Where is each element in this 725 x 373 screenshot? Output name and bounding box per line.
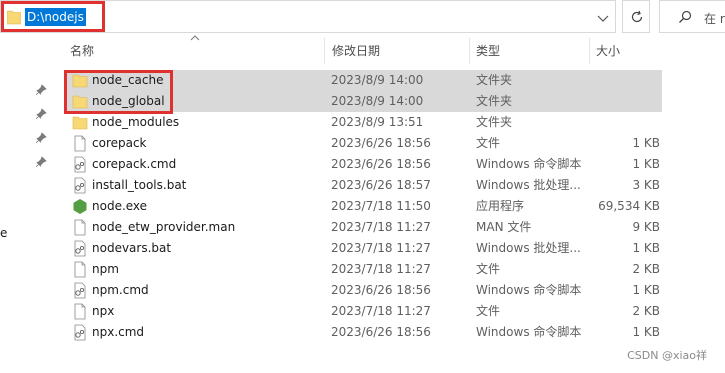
file-row[interactable]: npx 2023/7/18 11:27 文件 2 KB [64,301,662,322]
file-type: 文件夹 [476,115,513,129]
file-type: MAN 文件 [476,220,532,234]
file-icon [74,261,86,278]
file-type: Windows 命令脚本 [476,325,582,339]
file-size: 2 KB [632,304,660,318]
file-modified: 2023/6/26 18:56 [331,283,431,297]
file-modified: 2023/8/9 13:51 [331,115,424,129]
file-type: 文件 [476,262,501,276]
file-size: 1 KB [632,136,660,150]
folders-highlight-box [64,70,173,114]
file-name: corepack.cmd [92,157,177,171]
file-row[interactable]: corepack.cmd 2023/6/26 18:56 Windows 命令脚本 1… [64,154,662,175]
file-modified: 2023/7/18 11:27 [331,241,431,255]
file-icon [74,219,86,236]
file-row[interactable]: nodevars.bat 2023/7/18 11:27 Windows 批处理..… [64,238,662,259]
column-header-type[interactable]: 类型 [476,40,500,62]
file-row[interactable]: node.exe 2023/7/18 11:50 应用程序 69,534 KB [64,196,662,217]
file-modified: 2023/7/18 11:50 [331,199,431,213]
file-size: 69,534 KB [598,199,660,213]
pin-icon[interactable] [35,108,47,120]
file-name: npx [92,304,115,318]
file-type: Windows 命令脚本 [476,283,582,297]
script-icon [74,177,86,194]
file-row[interactable]: node_modules 2023/8/9 13:51 文件夹 [64,112,662,133]
file-modified: 2023/6/26 18:57 [331,178,431,192]
file-size: 1 KB [632,241,660,255]
file-name: install_tools.bat [92,178,187,192]
refresh-icon [631,10,643,23]
file-type: 应用程序 [476,199,525,213]
file-row[interactable]: npm 2023/7/18 11:27 文件 2 KB [64,259,662,280]
file-type: 文件 [476,304,501,318]
sort-ascending-icon [190,35,200,41]
file-type: 文件夹 [476,73,513,87]
file-size: 2 KB [632,262,660,276]
file-modified: 2023/6/26 18:56 [331,325,431,339]
file-modified: 2023/8/9 14:00 [331,94,424,108]
file-modified: 2023/6/26 18:56 [331,157,431,171]
file-modified: 2023/7/18 11:27 [331,304,431,318]
search-box[interactable]: 在 r [659,0,725,33]
file-row[interactable]: corepack 2023/6/26 18:56 文件 1 KB [64,133,662,154]
file-size: 1 KB [632,157,660,171]
column-divider[interactable] [589,38,590,64]
file-name: npx.cmd [92,325,145,339]
watermark: CSDN @xiao祥 [627,349,707,362]
script-icon [74,324,86,341]
script-icon [74,156,86,173]
file-size: 9 KB [632,220,660,234]
file-row[interactable]: npx.cmd 2023/6/26 18:56 Windows 命令脚本 1 KB [64,322,662,343]
column-divider[interactable] [324,38,325,64]
file-type: 文件 [476,136,501,150]
pin-icon[interactable] [35,84,47,96]
column-divider[interactable] [469,38,470,64]
column-header-size[interactable]: 大小 [596,40,620,62]
pin-icon[interactable] [35,132,47,144]
file-modified: 2023/8/9 14:00 [331,73,424,87]
file-type: Windows 批处理... [476,178,581,192]
script-icon [74,240,86,257]
search-icon [679,10,692,23]
file-modified: 2023/7/18 11:27 [331,220,431,234]
address-highlight-box [1,1,105,32]
file-name: node_modules [92,115,180,129]
column-header-name[interactable]: 名称 [70,40,94,62]
file-modified: 2023/7/18 11:27 [331,262,431,276]
column-header-modified[interactable]: 修改日期 [332,40,380,62]
node-exe-icon [73,199,87,214]
nav-item-fragment[interactable]: e [0,226,7,240]
file-name: npm.cmd [92,283,149,297]
file-icon [74,135,86,152]
file-name: node.exe [92,199,148,213]
script-icon [74,282,86,299]
file-row[interactable]: install_tools.bat 2023/6/26 18:57 Windows … [64,175,662,196]
file-modified: 2023/6/26 18:56 [331,136,431,150]
pin-icon[interactable] [35,156,47,168]
chevron-down-icon[interactable] [594,9,612,27]
file-row[interactable]: node_etw_provider.man 2023/7/18 11:27 MAN … [64,217,662,238]
file-name: corepack [92,136,147,150]
file-name: npm [92,262,119,276]
file-type: Windows 命令脚本 [476,157,582,171]
file-size: 1 KB [632,325,660,339]
file-row[interactable]: npm.cmd 2023/6/26 18:56 Windows 命令脚本 1 KB [64,280,662,301]
file-name: nodevars.bat [92,241,172,255]
file-type: Windows 批处理... [476,241,581,255]
file-size: 1 KB [632,283,660,297]
file-name: node_etw_provider.man [92,220,236,234]
file-size: 3 KB [632,178,660,192]
refresh-button[interactable] [622,0,650,33]
search-placeholder: 在 r [704,12,725,26]
folder-icon [72,116,88,130]
file-icon [74,303,86,320]
file-type: 文件夹 [476,94,513,108]
